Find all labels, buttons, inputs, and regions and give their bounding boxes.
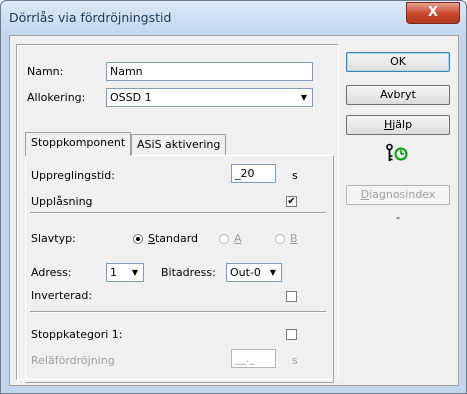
cancel-button[interactable]: Avbryt	[346, 85, 450, 105]
ok-button[interactable]: OK	[346, 52, 450, 72]
divider	[30, 212, 326, 214]
dialog-client: Namn: Namn Allokering: OSSD 1 ▼ Stoppkom…	[9, 35, 459, 386]
slavtyp-label: Slavtyp:	[31, 232, 76, 245]
window-title: Dörrlås via fördröjningstid	[9, 10, 172, 25]
chevron-down-icon[interactable]: ▼	[296, 89, 312, 106]
chevron-down-icon[interactable]: ▼	[265, 264, 281, 281]
name-label: Namn:	[27, 65, 64, 78]
close-icon: X	[427, 5, 439, 20]
chevron-down-icon[interactable]: ▼	[127, 264, 143, 281]
radio-b-label: B	[290, 232, 298, 245]
allocation-value: OSSD 1	[110, 91, 152, 104]
tab-content: Uppreglingstid: _20 s Upplåsning ✔ Slavt…	[25, 155, 334, 383]
relafordrojning-unit: s	[292, 354, 298, 367]
tab-label: ASiS aktivering	[137, 138, 221, 151]
name-input[interactable]: Namn	[106, 62, 313, 81]
stoppkategori-checkbox[interactable]	[286, 329, 297, 340]
allocation-label: Allokering:	[27, 91, 86, 104]
relafordrojning-label: Reläfördröjning	[31, 354, 115, 367]
radio-a-label: A	[234, 232, 242, 245]
allocation-select[interactable]: OSSD 1 ▼	[106, 88, 313, 107]
uppreglingstid-input[interactable]: _20	[231, 164, 276, 183]
stoppkategori-label: Stoppkategori 1:	[31, 328, 123, 341]
divider	[30, 311, 326, 313]
inverterad-checkbox[interactable]	[286, 291, 297, 302]
upplasning-label: Upplåsning	[31, 195, 93, 208]
inverterad-label: Inverterad:	[31, 289, 93, 302]
diagnosindex-button[interactable]: Diagnosindex	[346, 185, 450, 205]
adress-value: 1	[110, 266, 117, 279]
radio-b[interactable]	[275, 234, 285, 244]
tab-label: Stoppkomponent	[31, 136, 126, 149]
tab-stoppkomponent[interactable]: Stoppkomponent	[25, 132, 132, 156]
dialog-window: Dörrlås via fördröjningstid X Namn: Namn…	[0, 0, 467, 394]
radio-a[interactable]	[219, 234, 229, 244]
bitadress-select[interactable]: Out-0 ▼	[226, 263, 282, 282]
relafordrojning-input[interactable]: __._	[231, 349, 276, 368]
settings-panel: Namn: Namn Allokering: OSSD 1 ▼ Stoppkom…	[16, 44, 339, 383]
diagnosindex-value: -	[396, 211, 400, 224]
bitadress-label: Bitadress:	[161, 266, 216, 279]
close-button[interactable]: X	[406, 2, 460, 24]
upplasning-checkbox[interactable]: ✔	[286, 196, 297, 207]
radio-standard[interactable]	[133, 234, 143, 244]
help-button[interactable]: Hjälp	[346, 115, 450, 135]
adress-label: Adress:	[31, 266, 72, 279]
uppreglingstid-unit: s	[292, 169, 298, 182]
title-bar[interactable]: Dörrlås via fördröjningstid X	[1, 1, 466, 35]
uppreglingstid-label: Uppreglingstid:	[31, 169, 115, 182]
bitadress-value: Out-0	[230, 266, 261, 279]
key-timer-icon	[386, 143, 408, 161]
tab-asis-aktivering[interactable]: ASiS aktivering	[131, 134, 227, 155]
radio-standard-label: Standard	[148, 232, 199, 245]
adress-select[interactable]: 1 ▼	[106, 263, 144, 282]
